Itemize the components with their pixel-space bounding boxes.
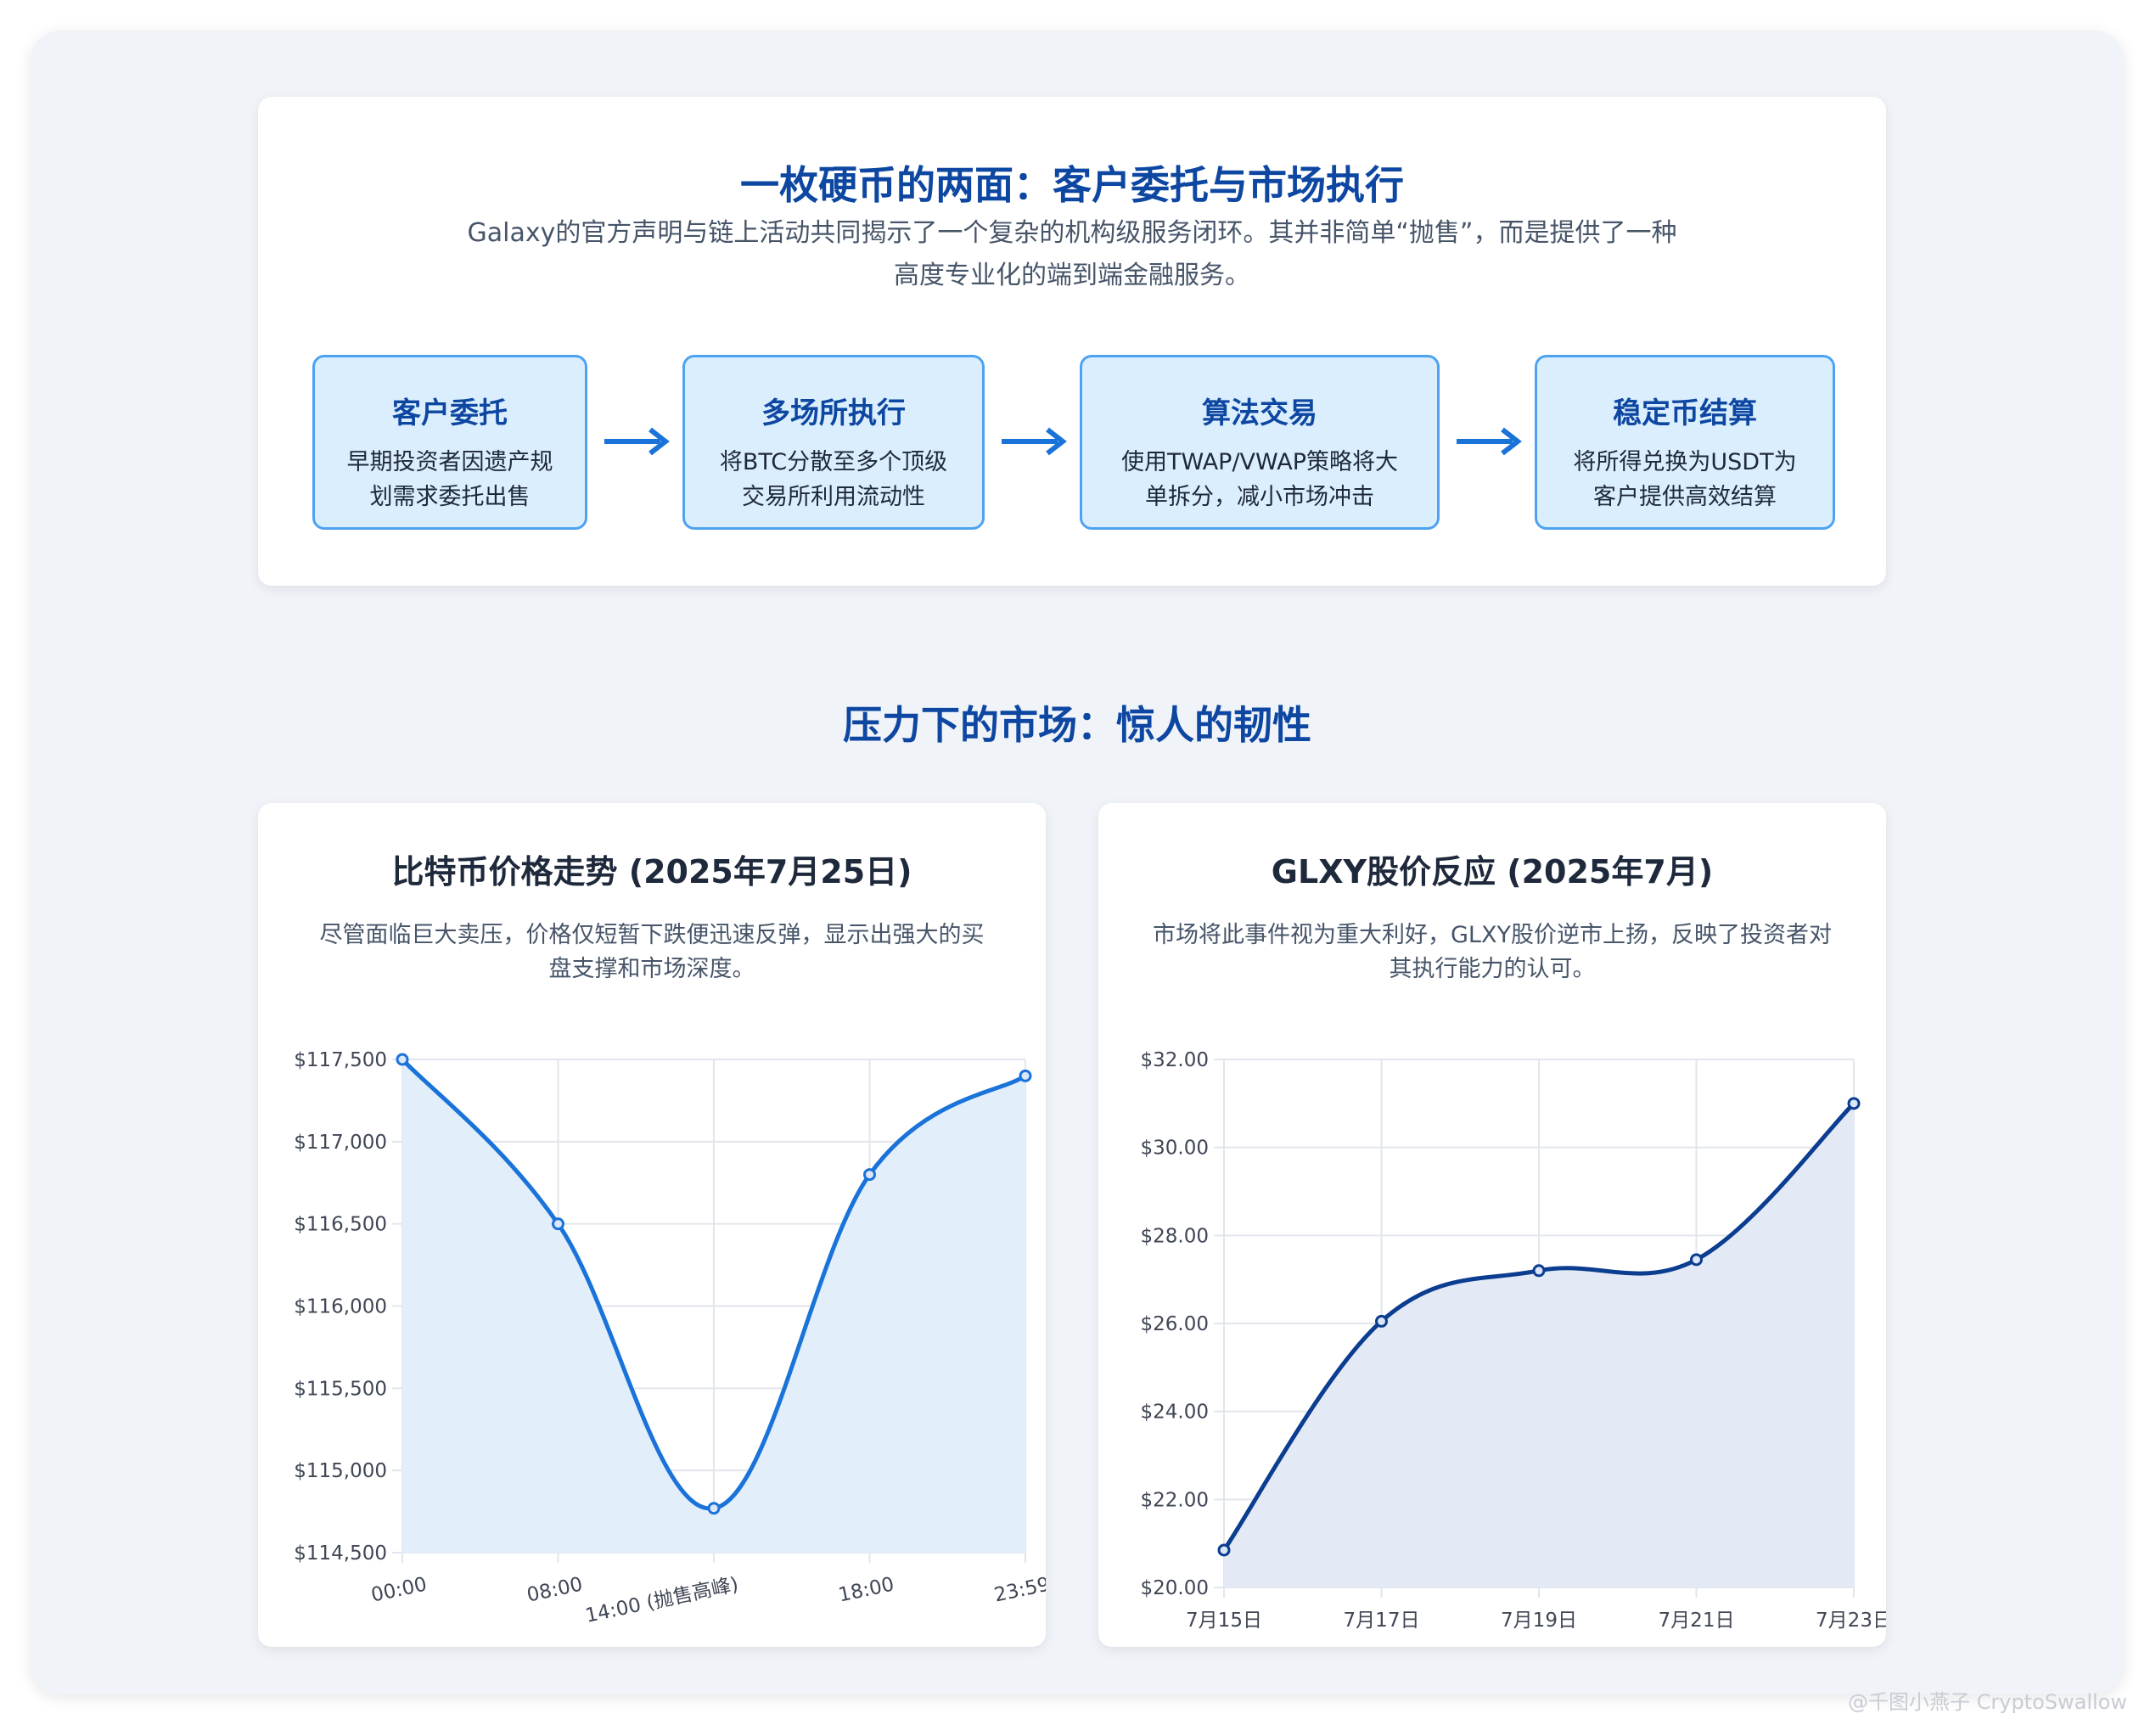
glxy-price-chart: $20.00 $22.00 $24.00 $26.00 $28.00 $30.00 $32.… (1141, 1049, 1886, 1632)
y-tick-label: $32.00 (1141, 1049, 1209, 1071)
data-point (1375, 1314, 1388, 1328)
x-tick-label: 08:00 (525, 1573, 584, 1606)
step-title: 稳定币结算 (1613, 396, 1757, 430)
data-point (707, 1502, 721, 1515)
process-subtitle-line2: 高度专业化的端到端金融服务。 (894, 261, 1250, 290)
page-background: 一枚硬币的两面：客户委托与市场执行 Galaxy的官方声明与链上活动共同揭示了一… (31, 31, 2124, 1694)
x-tick-label: 23:59 (992, 1573, 1046, 1606)
step-desc: 将所得兑换为USDT为 客户提供高效结算 (1537, 445, 1833, 514)
data-point (552, 1217, 564, 1231)
data-point (1847, 1097, 1861, 1110)
y-tick-label: $117,500 (294, 1049, 387, 1071)
y-tick-label: $22.00 (1141, 1489, 1209, 1511)
step-stablecoin-settlement: 稳定币结算 将所得兑换为USDT为 客户提供高效结算 (1535, 355, 1835, 530)
x-tick-label: 7月21日 (1659, 1610, 1735, 1632)
data-point (1217, 1543, 1231, 1557)
step-desc: 将BTC分散至多个顶级 交易所利用流动性 (685, 445, 982, 514)
y-tick-label: $114,500 (294, 1542, 387, 1565)
step-title: 算法交易 (1202, 396, 1317, 430)
y-tick-label: $26.00 (1141, 1313, 1209, 1335)
glxy-chart-card: GLXY股价反应 (2025年7月) 市场将此事件视为重大利好，GLXY股价逆市… (1098, 803, 1886, 1647)
y-tick-label: $117,000 (294, 1132, 387, 1154)
x-tick-label: 18:00 (836, 1573, 896, 1606)
process-card: 一枚硬币的两面：客户委托与市场执行 Galaxy的官方声明与链上活动共同揭示了一… (258, 97, 1886, 586)
step-multi-venue: 多场所执行 将BTC分散至多个顶级 交易所利用流动性 (682, 355, 985, 530)
step-title: 客户委托 (392, 396, 508, 430)
x-tick-label: 7月15日 (1186, 1610, 1262, 1632)
y-tick-label: $115,000 (294, 1460, 387, 1482)
process-subtitle-line1: Galaxy的官方声明与链上活动共同揭示了一个复杂的机构级服务闭环。其并非简单“… (467, 218, 1677, 248)
data-point (1690, 1253, 1703, 1267)
data-point (1019, 1069, 1032, 1082)
step-desc-line2: 单拆分，减小市场冲击 (1145, 484, 1374, 510)
y-tick-label: $30.00 (1141, 1138, 1209, 1160)
y-tick-label: $24.00 (1141, 1402, 1209, 1424)
section-title: 压力下的市场：惊人的韧性 (843, 702, 1311, 748)
step-desc: 早期投资者因遗产规 划需求委托出售 (315, 445, 585, 514)
watermark: @千图小燕子 CryptoSwallow (1847, 1690, 2127, 1714)
x-tick-label: 14:00 (抛售高峰) (583, 1573, 740, 1627)
step-desc-line1: 将BTC分散至多个顶级 (719, 449, 948, 475)
y-tick-label: $116,500 (294, 1214, 387, 1236)
step-client-mandate: 客户委托 早期投资者因遗产规 划需求委托出售 (312, 355, 587, 530)
btc-chart-card: 比特币价格走势 (2025年7月25日) 尽管面临巨大卖压，价格仅短暂下跌便迅速… (258, 803, 1046, 1647)
step-algo-trading: 算法交易 使用TWAP/VWAP策略将大 单拆分，减小市场冲击 (1080, 355, 1440, 530)
y-tick-label: $28.00 (1141, 1225, 1209, 1247)
step-desc: 使用TWAP/VWAP策略将大 单拆分，减小市场冲击 (1082, 445, 1437, 514)
process-title: 一枚硬币的两面：客户委托与市场执行 (740, 162, 1404, 208)
data-point (396, 1053, 409, 1066)
btc-price-chart: $114,500 $115,000 $115,500 $116,000 $116,500… (294, 1049, 1046, 1627)
process-subtitle: Galaxy的官方声明与链上活动共同揭示了一个复杂的机构级服务闭环。其并非简单“… (292, 212, 1852, 297)
y-tick-label: $115,500 (294, 1378, 387, 1400)
x-tick-label: 00:00 (369, 1573, 429, 1606)
x-tick-label: 7月23日 (1816, 1610, 1886, 1632)
arrow-right-icon (1457, 427, 1522, 456)
step-desc-line1: 使用TWAP/VWAP策略将大 (1120, 449, 1398, 475)
data-point (1532, 1264, 1546, 1278)
step-desc-line2: 客户提供高效结算 (1593, 484, 1777, 510)
arrow-right-icon (604, 427, 670, 456)
step-desc-line1: 早期投资者因遗产规 (346, 449, 553, 475)
y-tick-label: $20.00 (1141, 1577, 1209, 1599)
step-title: 多场所执行 (761, 396, 906, 430)
step-desc-line2: 交易所利用流动性 (742, 484, 925, 510)
arrow-right-icon (1002, 427, 1067, 456)
y-tick-label: $116,000 (294, 1296, 387, 1318)
step-desc-line1: 将所得兑换为USDT为 (1573, 449, 1797, 475)
x-tick-label: 7月17日 (1344, 1610, 1420, 1632)
step-desc-line2: 划需求委托出售 (369, 484, 531, 510)
x-tick-label: 7月19日 (1501, 1610, 1577, 1632)
data-point (863, 1168, 876, 1182)
